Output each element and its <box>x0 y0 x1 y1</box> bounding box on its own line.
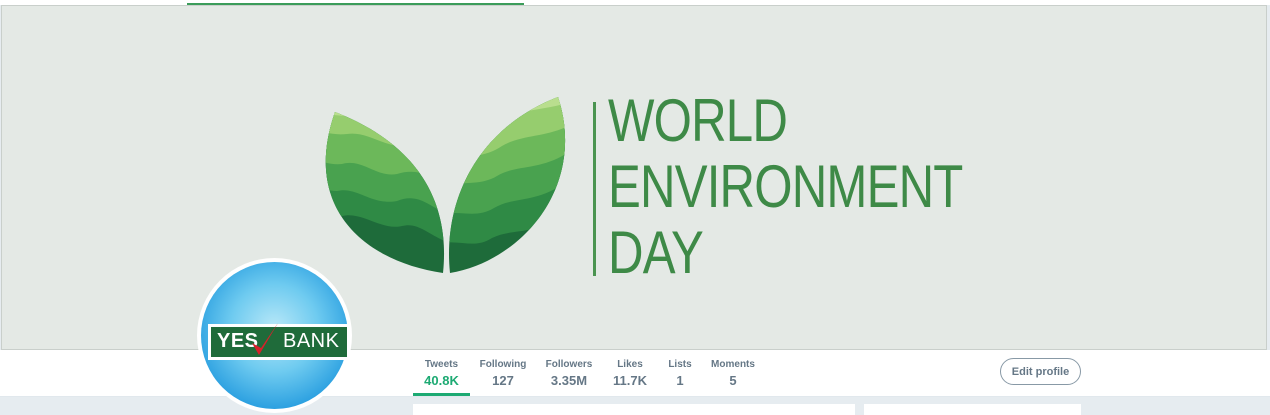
nav-moments-label: Moments <box>711 359 755 370</box>
nav-following[interactable]: Following 127 <box>478 358 528 389</box>
nav-lists-label: Lists <box>668 359 692 370</box>
active-tab-underline <box>413 393 470 396</box>
side-card <box>864 404 1081 415</box>
logo-plate: YES BANK <box>211 323 347 357</box>
nav-likes-label: Likes <box>617 359 643 370</box>
nav-tweets-label: Tweets <box>424 359 459 370</box>
header-banner[interactable]: WORLD ENVIRONMENT DAY <box>1 5 1267 350</box>
nav-followers-count: 3.35M <box>550 373 588 388</box>
banner-title-line: DAY <box>608 219 704 286</box>
nav-tweets-count: 40.8K <box>424 373 459 388</box>
banner-title: WORLD ENVIRONMENT DAY <box>608 88 963 286</box>
nav-tweets[interactable]: Tweets 40.8K <box>413 358 470 389</box>
banner-title-line: WORLD <box>608 87 788 154</box>
timeline-card <box>413 404 855 415</box>
logo-text-right: BANK <box>283 330 340 352</box>
nav-moments[interactable]: Moments 5 <box>710 358 756 389</box>
nav-likes-count: 11.7K <box>613 373 647 388</box>
yes-bank-logo: YES BANK <box>208 323 350 360</box>
banner-divider <box>593 102 596 276</box>
checkmark-icon <box>252 323 278 355</box>
avatar-image: YES BANK <box>201 262 350 409</box>
nav-following-count: 127 <box>492 373 514 388</box>
nav-lists[interactable]: Lists 1 <box>666 358 694 389</box>
nav-following-label: Following <box>479 359 527 370</box>
edit-profile-button[interactable]: Edit profile <box>1000 358 1081 385</box>
nav-lists-count: 1 <box>676 373 684 388</box>
avatar[interactable]: YES BANK <box>197 258 352 413</box>
nav-followers-label: Followers <box>545 359 593 370</box>
banner-title-line: ENVIRONMENT <box>608 153 963 220</box>
nav-followers[interactable]: Followers 3.35M <box>543 358 595 389</box>
nav-moments-count: 5 <box>729 373 737 388</box>
nav-likes[interactable]: Likes 11.7K <box>610 358 650 389</box>
